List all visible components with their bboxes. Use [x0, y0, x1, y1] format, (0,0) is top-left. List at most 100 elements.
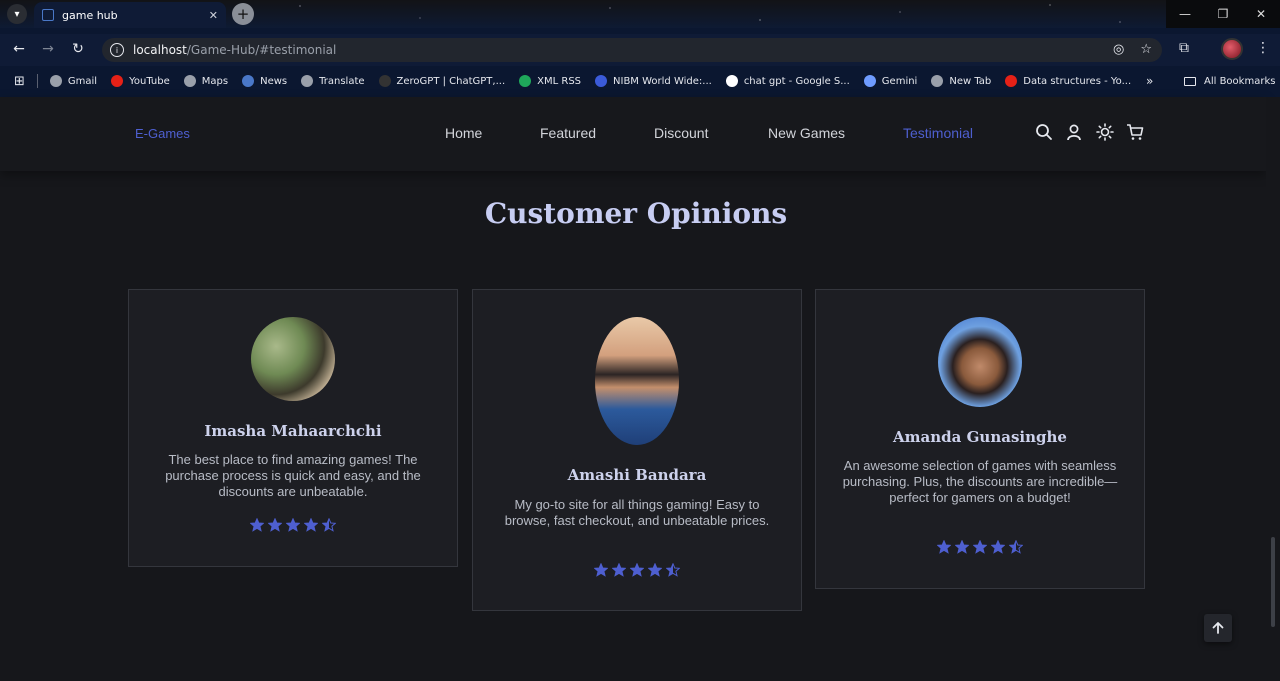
customer-name: Amanda Gunasinghe — [893, 428, 1067, 446]
back-to-top-button[interactable] — [1204, 614, 1232, 642]
new-tab-button[interactable]: + — [232, 3, 254, 25]
testimonial-card: Imasha Mahaarchchi The best place to fin… — [128, 289, 458, 567]
bookmark-label: Maps — [201, 75, 229, 87]
extensions-icon[interactable]: ⧉ — [1179, 40, 1189, 56]
minimize-window-icon[interactable]: — — [1166, 0, 1204, 28]
bookmark-label: New Tab — [949, 75, 992, 87]
bookmark-item[interactable]: New Tab — [931, 75, 991, 87]
reload-icon[interactable]: ↻ — [69, 41, 87, 57]
browser-menu-icon[interactable]: ⋮ — [1256, 40, 1270, 56]
bookmark-label: News — [260, 75, 288, 87]
star-half-icon — [322, 518, 336, 532]
star-full-icon — [630, 563, 644, 577]
bookmark-favicon-icon — [301, 75, 314, 87]
star-full-icon — [286, 518, 300, 532]
bookmark-favicon-icon — [111, 75, 124, 87]
eye-off-icon[interactable]: ◎ — [1113, 42, 1124, 57]
testimonial-card: Amashi Bandara My go-to site for all thi… — [472, 289, 802, 611]
forward-icon[interactable]: → — [39, 41, 57, 57]
folder-icon — [1184, 76, 1196, 86]
testimonial-text: The best place to find amazing games! Th… — [165, 452, 421, 499]
star-half-icon — [666, 563, 680, 577]
bookmark-item[interactable]: chat gpt - Google S... — [725, 75, 850, 87]
bookmark-favicon-icon — [725, 75, 738, 87]
star-full-icon — [268, 518, 282, 532]
bookmark-favicon-icon — [49, 75, 62, 87]
rating-stars — [129, 518, 457, 532]
nav-testimonial[interactable]: Testimonial — [903, 125, 973, 141]
browser-tab-active[interactable]: game hub ✕ — [34, 2, 226, 28]
customer-name: Imasha Mahaarchchi — [204, 422, 382, 440]
bookmark-item[interactable]: ZeroGPT | ChatGPT,... — [378, 75, 506, 87]
arrow-up-icon — [1212, 622, 1224, 634]
bookmark-label: Gemini — [881, 75, 918, 87]
tab-strip: ▾ game hub ✕ + — ❐ ✕ — [0, 0, 1280, 28]
tab-favicon-icon — [42, 9, 54, 21]
star-full-icon — [937, 540, 951, 554]
user-icon[interactable] — [1065, 123, 1083, 141]
star-full-icon — [973, 540, 987, 554]
bookmark-item[interactable]: Data structures - Yo... — [1005, 75, 1131, 87]
search-icon[interactable] — [1035, 123, 1053, 141]
bookmark-item[interactable]: Translate — [301, 75, 365, 87]
maximize-window-icon[interactable]: ❐ — [1204, 0, 1242, 28]
bookmark-item[interactable]: News — [242, 75, 287, 87]
bookmark-item[interactable]: XML RSS — [519, 75, 581, 87]
site-info-icon[interactable]: i — [110, 43, 124, 57]
bookmark-label: NIBM World Wide:... — [613, 75, 712, 87]
testimonial-text: An awesome selection of games with seaml… — [842, 458, 1118, 505]
rating-stars — [816, 540, 1144, 554]
testimonial-card: Amanda Gunasinghe An awesome selection o… — [815, 289, 1145, 589]
tab-close-icon[interactable]: ✕ — [209, 9, 218, 22]
bookmark-item[interactable]: Maps — [183, 75, 229, 87]
web-page: E-Games Home Featured Discount New Games… — [0, 97, 1280, 681]
star-half-icon — [1009, 540, 1023, 554]
nav-featured[interactable]: Featured — [540, 125, 596, 141]
bookmark-star-icon[interactable]: ☆ — [1140, 42, 1152, 57]
bookmark-favicon-icon — [378, 75, 391, 87]
bookmark-favicon-icon — [1005, 75, 1018, 87]
bookmark-favicon-icon — [183, 75, 196, 87]
profile-avatar[interactable] — [1221, 38, 1243, 60]
toolbar: ← → ↻ i localhost /Game-Hub/#testimonial… — [0, 34, 1280, 66]
brand-logo[interactable]: E-Games — [135, 126, 190, 141]
nav-home[interactable]: Home — [445, 125, 482, 141]
theme-toggle-icon[interactable] — [1096, 123, 1114, 141]
bookmarks-divider — [36, 74, 38, 88]
apps-grid-icon[interactable]: ⊞ — [14, 74, 25, 89]
tab-title: game hub — [62, 8, 118, 22]
star-full-icon — [648, 563, 662, 577]
cart-icon[interactable] — [1126, 123, 1144, 141]
bookmarks-overflow-icon[interactable]: » — [1146, 74, 1153, 88]
nav-new-games[interactable]: New Games — [768, 125, 845, 141]
address-bar[interactable]: i localhost /Game-Hub/#testimonial ◎ ☆ — [102, 38, 1162, 62]
avatar — [595, 317, 679, 445]
url-host: localhost — [133, 43, 187, 57]
all-bookmarks-button[interactable]: All Bookmarks — [1184, 76, 1275, 87]
star-full-icon — [991, 540, 1005, 554]
bookmark-item[interactable]: Gemini — [863, 75, 918, 87]
page-scrollbar[interactable] — [1266, 97, 1280, 681]
bookmark-label: YouTube — [129, 75, 170, 87]
star-full-icon — [594, 563, 608, 577]
bookmark-label: Gmail — [67, 75, 98, 87]
section-title: Customer Opinions — [484, 197, 788, 230]
nav-discount[interactable]: Discount — [654, 125, 708, 141]
bookmark-label: chat gpt - Google S... — [743, 75, 850, 87]
bookmark-label: Data structures - Yo... — [1023, 75, 1132, 87]
browser-chrome: ▾ game hub ✕ + — ❐ ✕ ← → ↻ i localhost /… — [0, 0, 1280, 97]
bookmark-label: ZeroGPT | ChatGPT,... — [396, 75, 506, 87]
bookmark-favicon-icon — [519, 75, 532, 87]
back-icon[interactable]: ← — [10, 41, 28, 57]
bookmark-favicon-icon — [863, 75, 876, 87]
bookmark-item[interactable]: YouTube — [111, 75, 170, 87]
star-full-icon — [304, 518, 318, 532]
bookmark-favicon-icon — [931, 75, 944, 87]
customer-name: Amashi Bandara — [567, 466, 707, 484]
close-window-icon[interactable]: ✕ — [1242, 0, 1280, 28]
avatar — [251, 317, 335, 401]
bookmark-item[interactable]: NIBM World Wide:... — [595, 75, 712, 87]
scrollbar-thumb[interactable] — [1271, 537, 1275, 627]
tab-search-dropdown-icon[interactable]: ▾ — [7, 4, 27, 24]
bookmark-item[interactable]: Gmail — [49, 75, 98, 87]
